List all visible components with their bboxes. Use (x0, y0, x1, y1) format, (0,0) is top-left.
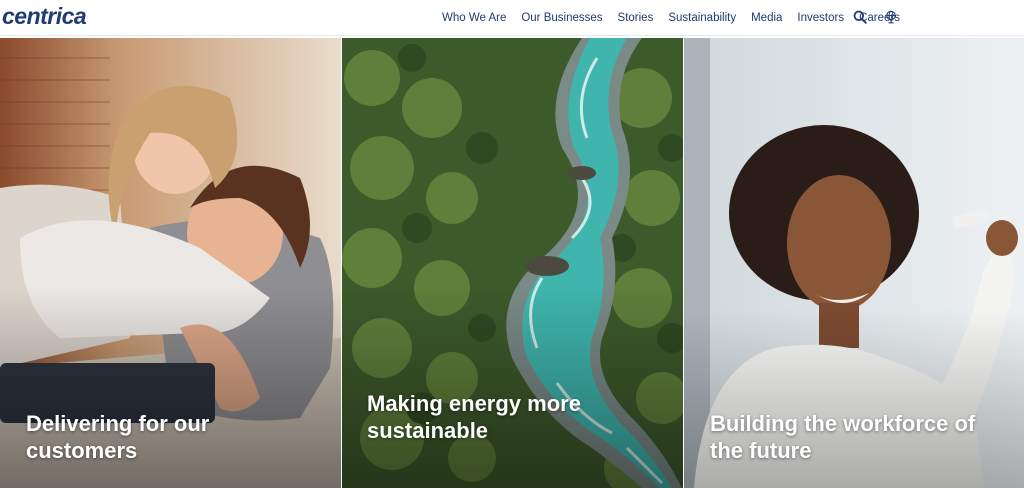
globe-icon[interactable] (882, 8, 900, 26)
panel-workforce-title-line1: Building the workforce of (710, 411, 976, 436)
panel-sustainability-title-line1: Making energy more (367, 391, 581, 416)
search-icon[interactable] (851, 8, 869, 26)
nav-our-businesses[interactable]: Our Businesses (521, 12, 602, 24)
panel-sustainability[interactable]: Making energy more sustainable (342, 38, 683, 488)
panel-workforce-title: Building the workforce of the future (710, 410, 975, 464)
site-header: centrica Who We Are Our Businesses Stori… (0, 0, 1024, 36)
panel-customers-title: Delivering for our customers (26, 410, 209, 464)
nav-stories[interactable]: Stories (618, 12, 654, 24)
panel-sustainability-title: Making energy more sustainable (367, 390, 581, 444)
nav-who-we-are[interactable]: Who We Are (442, 12, 506, 24)
panel-customers-title-line2: customers (26, 438, 138, 463)
centrica-logo[interactable]: centrica (2, 3, 87, 30)
panel-workforce[interactable]: Building the workforce of the future (684, 38, 1024, 488)
panel-customers[interactable]: Delivering for our customers (0, 38, 341, 488)
nav-sustainability[interactable]: Sustainability (668, 12, 736, 24)
panel-sustainability-title-line2: sustainable (367, 418, 489, 443)
nav-investors[interactable]: Investors (797, 12, 844, 24)
hero-panels: Delivering for our customers Making ener… (0, 38, 1024, 488)
main-nav: Who We Are Our Businesses Stories Sustai… (442, 0, 900, 36)
panel-customers-title-line1: Delivering for our (26, 411, 210, 436)
nav-media[interactable]: Media (751, 12, 782, 24)
panel-workforce-title-line2: the future (710, 438, 812, 463)
